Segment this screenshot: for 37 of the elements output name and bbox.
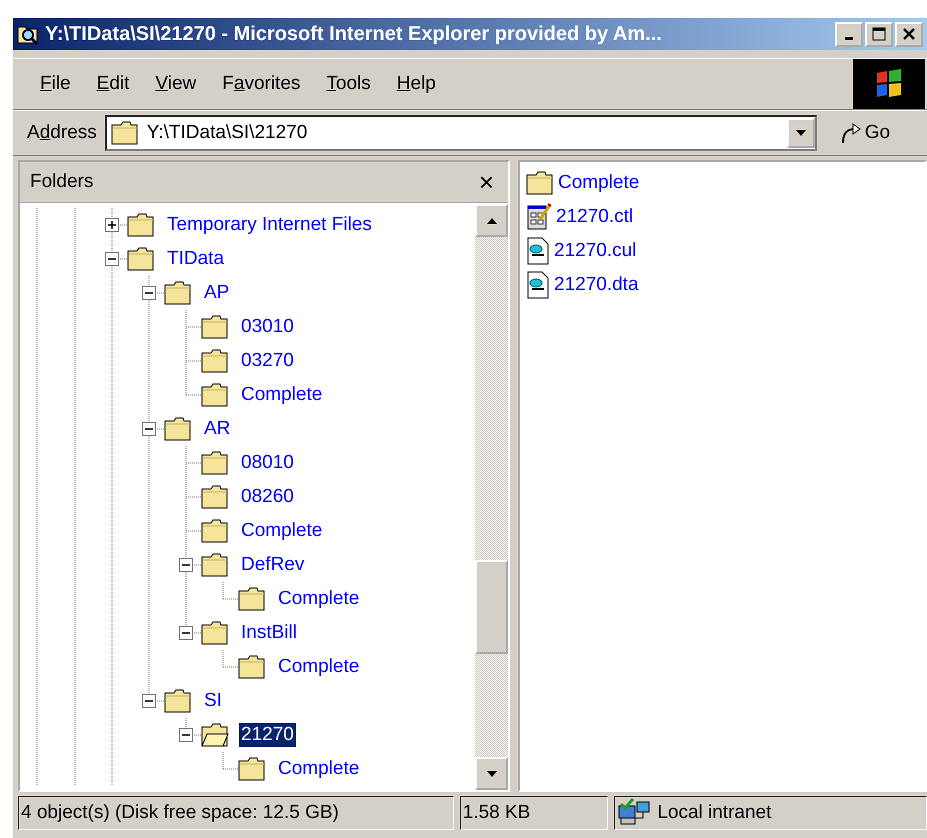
- go-button[interactable]: Go: [838, 121, 890, 145]
- menu-item[interactable]: Favorites: [209, 73, 314, 95]
- tree-item[interactable]: TIData: [165, 247, 226, 271]
- tree-item[interactable]: DefRev: [239, 553, 306, 577]
- menu-item[interactable]: Tools: [313, 73, 384, 95]
- tree-item[interactable]: 21270: [239, 723, 296, 747]
- file-name-link[interactable]: Complete: [558, 172, 640, 194]
- menu-item[interactable]: View: [142, 73, 210, 95]
- tree-item[interactable]: Complete: [239, 383, 324, 407]
- menu-item[interactable]: Help: [384, 73, 449, 95]
- tree-item[interactable]: 03010: [239, 315, 296, 339]
- tree-item[interactable]: AR: [202, 417, 232, 441]
- size-text: 1.58 KB: [462, 802, 530, 824]
- tree-item[interactable]: 03270: [239, 349, 296, 373]
- address-value: Y:\TIData\SI\21270: [146, 122, 308, 144]
- address-label: Address: [27, 122, 97, 144]
- menu-item[interactable]: Edit: [84, 73, 142, 95]
- tree-item[interactable]: SI: [202, 689, 224, 713]
- tree-item[interactable]: AP: [202, 281, 232, 305]
- tree-item[interactable]: Complete: [276, 587, 362, 611]
- pane-title: Folders: [30, 171, 94, 193]
- zone-text: Local intranet: [657, 802, 772, 824]
- tree-item[interactable]: Temporary Internet Files: [165, 213, 374, 237]
- menu-item[interactable]: File: [27, 73, 84, 95]
- file-name-link[interactable]: 21270.cul: [554, 240, 636, 262]
- file-name-link[interactable]: 21270.dta: [554, 274, 639, 296]
- tree-item[interactable]: 08260: [239, 485, 296, 509]
- tree-item[interactable]: Complete: [276, 655, 362, 679]
- address-field[interactable]: Y:\TIData\SI\21270: [104, 115, 817, 151]
- tree-item[interactable]: Complete: [239, 519, 324, 543]
- tree-item[interactable]: 08010: [239, 451, 296, 475]
- tree-item[interactable]: InstBill: [239, 621, 299, 645]
- status-text: 4 object(s) (Disk free space: 12.5 GB): [21, 802, 339, 824]
- close-pane-button[interactable]: ×: [478, 166, 494, 198]
- window-title: Y:\TIData\SI\21270 - Microsoft Internet Explorer provided by Am...: [45, 22, 663, 46]
- file-name-link[interactable]: 21270.ctl: [556, 206, 634, 228]
- tree-item[interactable]: Complete: [276, 757, 362, 781]
